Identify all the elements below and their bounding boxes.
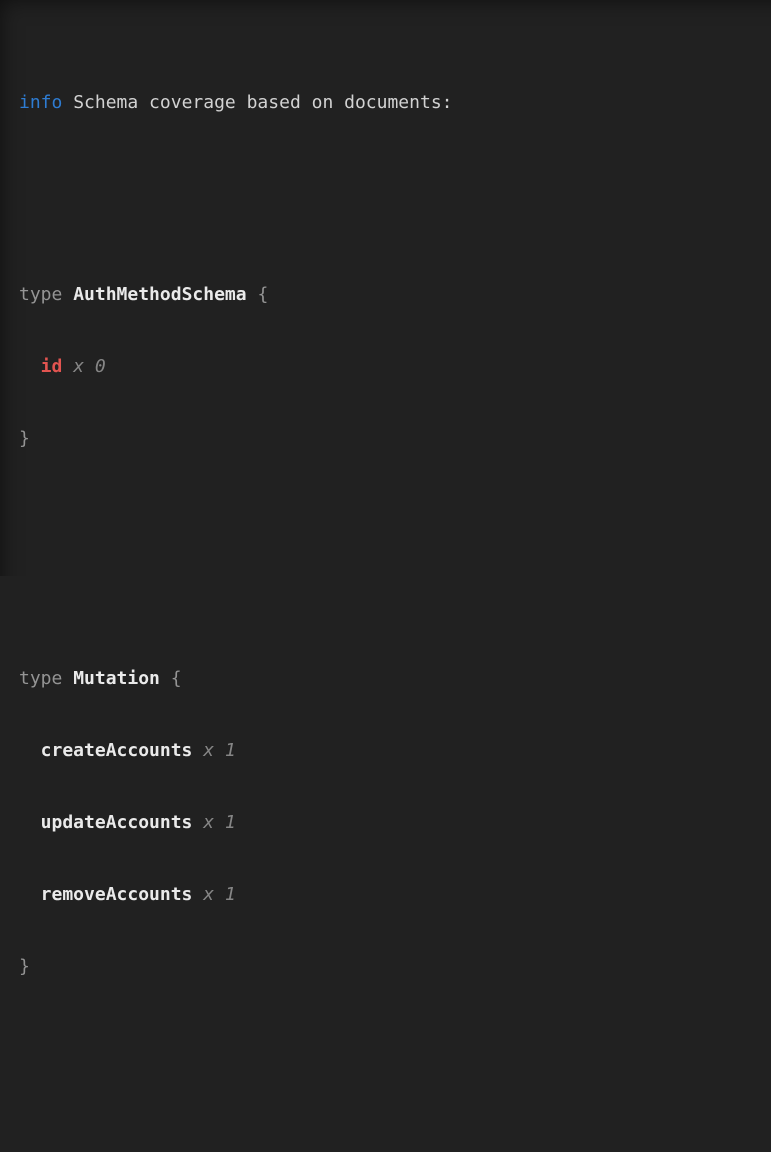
type-block-mutation: type Mutation { createAccounts x 1 updat… — [19, 619, 761, 1027]
usage-count: 0 — [95, 356, 106, 377]
type-declaration-line: type AuthMethodSchema { — [19, 283, 761, 307]
usage-count: 1 — [225, 740, 236, 761]
terminal-output[interactable]: info Schema coverage based on documents:… — [0, 0, 771, 576]
times-symbol: x — [73, 356, 84, 377]
field-row: createAccounts x 1 — [19, 739, 761, 763]
field-row: removeAccounts x 1 — [19, 883, 761, 907]
close-brace: } — [19, 955, 761, 979]
log-header-line: info Schema coverage based on documents: — [19, 91, 761, 115]
open-brace: { — [257, 284, 268, 305]
close-brace: } — [19, 427, 761, 451]
log-level-info-badge: info — [19, 92, 62, 113]
field-row: updateAccounts x 1 — [19, 811, 761, 835]
field-name: createAccounts — [41, 740, 193, 761]
type-block-auth-method-schema: type AuthMethodSchema { id x 0 } — [19, 235, 761, 499]
field-row: id x 0 — [19, 355, 761, 379]
type-keyword: type — [19, 284, 62, 305]
field-name: updateAccounts — [41, 812, 193, 833]
log-message: Schema coverage based on documents: — [73, 92, 452, 113]
field-name: id — [41, 356, 63, 377]
usage-count: 1 — [225, 812, 236, 833]
times-symbol: x — [203, 884, 214, 905]
type-block-query: type Query { accounts x 1 } — [19, 1147, 761, 1152]
open-brace: { — [171, 668, 182, 689]
times-symbol: x — [203, 740, 214, 761]
usage-count: 1 — [225, 884, 236, 905]
times-symbol: x — [203, 812, 214, 833]
type-name: AuthMethodSchema — [73, 284, 246, 305]
field-name: removeAccounts — [41, 884, 193, 905]
type-declaration-line: type Mutation { — [19, 667, 761, 691]
type-keyword: type — [19, 668, 62, 689]
type-name: Mutation — [73, 668, 160, 689]
